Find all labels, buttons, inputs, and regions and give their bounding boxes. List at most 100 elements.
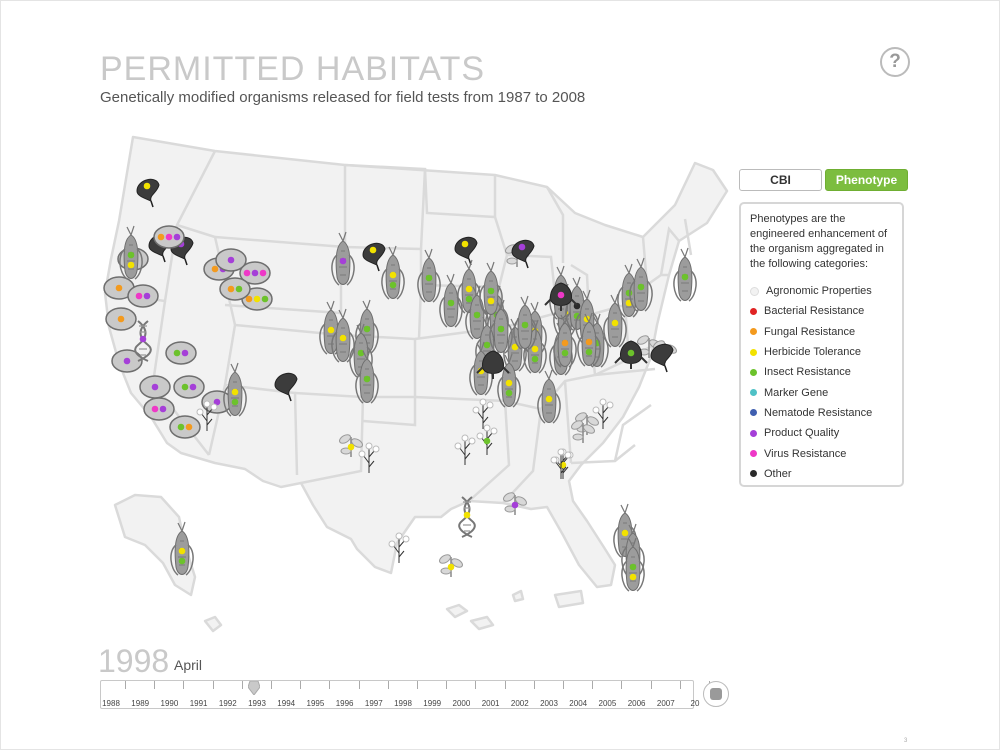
timeline-tick (183, 681, 185, 689)
timeline-year-label[interactable]: 1997 (365, 699, 383, 708)
timeline-year-label[interactable]: 1995 (306, 699, 324, 708)
timeline-year-label[interactable]: 1993 (248, 699, 266, 708)
phenotype-dot-icon (585, 348, 593, 356)
page-title: PERMITTED HABITATS (100, 50, 486, 88)
potato-icon[interactable] (139, 375, 171, 399)
legend-label: Marker Gene (764, 386, 829, 399)
timeline-year-label[interactable]: 2005 (598, 699, 616, 708)
phenotype-dot-icon (117, 315, 125, 323)
legend-item: Other (750, 464, 893, 484)
phenotype-dot-icon (261, 295, 269, 303)
phenotype-dot-icon (531, 355, 539, 363)
legend-label: Fungal Resistance (764, 325, 856, 338)
potato-icon[interactable] (165, 341, 197, 365)
phenotype-dot-icon (473, 311, 481, 319)
potato-icon[interactable] (105, 307, 137, 331)
phenotype-dot-icon (389, 281, 397, 289)
potato-icon[interactable] (169, 415, 201, 439)
phenotype-dot-icon (465, 285, 473, 293)
legend-label: Bacterial Resistance (764, 305, 865, 318)
phenotype-dot-icon (127, 261, 135, 269)
phenotype-dot-icon (497, 325, 505, 333)
play-pause-button[interactable] (703, 681, 729, 707)
phenotype-dot-icon (253, 295, 261, 303)
phenotype-dot-icon (511, 501, 519, 509)
legend-label: Other (764, 467, 792, 480)
timeline-year-label[interactable]: 1992 (219, 699, 237, 708)
phenotype-dot-icon (505, 379, 513, 387)
timeline-year-label[interactable]: 1996 (336, 699, 354, 708)
us-map (103, 135, 729, 633)
phenotype-dot-icon (625, 289, 633, 297)
phenotype-dot-icon (463, 511, 471, 519)
legend-items: Agronomic Properties Bacterial Resistance… (750, 281, 893, 484)
timeline-tick (446, 681, 448, 689)
legend-label: Nematode Resistance (764, 406, 873, 419)
phenotype-dot-icon (327, 326, 335, 334)
timeline-tick (387, 681, 389, 689)
help-button[interactable]: ? (880, 47, 910, 77)
timeline-tick (679, 681, 681, 689)
timeline-year-label[interactable]: 2007 (657, 699, 675, 708)
timeline-year-label[interactable]: 2004 (569, 699, 587, 708)
sprout-icon[interactable] (438, 553, 464, 577)
phenotype-dot-icon (629, 573, 637, 581)
potato-icon[interactable] (215, 248, 247, 272)
phenotype-dot-icon (363, 375, 371, 383)
timeline-year-label[interactable]: 1994 (277, 699, 295, 708)
potato-icon[interactable] (127, 284, 159, 308)
timeline-year-label[interactable]: 2006 (628, 699, 646, 708)
legend-item: Insect Resistance (750, 362, 893, 382)
phenotype-dot-icon (363, 325, 371, 333)
phenotype-dot-icon (681, 273, 689, 281)
phenotype-dot-icon (181, 383, 189, 391)
cbi-toggle-button[interactable]: CBI (739, 169, 822, 191)
timeline-year-label[interactable]: 1990 (160, 699, 178, 708)
timeline-year-label[interactable]: 20 (691, 699, 700, 708)
timeline-year-label[interactable]: 2003 (540, 699, 558, 708)
timeline-tick (504, 681, 506, 689)
timeline-year-label[interactable]: 1999 (423, 699, 441, 708)
timeline-tick (592, 681, 594, 689)
timeline-scrubber[interactable]: 1988 1989 1990 1991 1992 1993 1994 1995 1996 1997… (100, 680, 710, 709)
phenotype-dot-icon (561, 339, 569, 347)
timeline-year-label[interactable]: 1989 (131, 699, 149, 708)
timeline-year-label[interactable]: 2000 (452, 699, 470, 708)
phenotype-dot-icon (123, 357, 131, 365)
phenotype-toggle-button[interactable]: Phenotype (825, 169, 908, 191)
phenotype-dot-icon (173, 349, 181, 357)
phenotype-dot-icon (165, 233, 173, 241)
corn-icon[interactable] (673, 247, 697, 302)
timeline-slider-handle[interactable] (248, 681, 260, 695)
timeline-year-label[interactable]: 1988 (102, 699, 120, 708)
potato-icon[interactable] (219, 277, 251, 301)
phenotype-dot-icon (611, 319, 619, 327)
phenotype-dot-icon (531, 345, 539, 353)
phenotype-dot-icon (447, 299, 455, 307)
potato-icon[interactable] (153, 225, 185, 249)
legend-item: Marker Gene (750, 382, 893, 402)
phenotype-dot-icon (143, 292, 151, 300)
legend-dot-icon (750, 328, 757, 336)
timeline-year-label[interactable]: 1991 (190, 699, 208, 708)
phenotype-dot-icon (487, 297, 495, 305)
phenotype-dot-icon (211, 265, 219, 273)
timeline-year-label[interactable]: 1998 (394, 699, 412, 708)
phenotype-dot-icon (259, 269, 267, 277)
phenotype-dot-icon (151, 405, 159, 413)
timeline-year-label[interactable]: 2002 (511, 699, 529, 708)
legend-item: Fungal Resistance (750, 322, 893, 342)
phenotype-dot-icon (561, 349, 569, 357)
timeline-tick (125, 681, 126, 689)
phenotype-dot-icon (227, 256, 235, 264)
phenotype-legend: Phenotypes are the engineered enhancemen… (739, 202, 904, 487)
phenotype-dot-icon (627, 349, 635, 357)
phenotype-dot-icon (483, 341, 491, 349)
potato-icon[interactable] (173, 375, 205, 399)
potato-icon[interactable] (143, 397, 175, 421)
legend-description: Phenotypes are the engineered enhancemen… (750, 213, 887, 270)
timeline-year-label[interactable]: 2001 (482, 699, 500, 708)
phenotype-dot-icon (178, 547, 186, 555)
page-number: 3 (904, 738, 908, 744)
legend-dot-icon (750, 389, 757, 397)
